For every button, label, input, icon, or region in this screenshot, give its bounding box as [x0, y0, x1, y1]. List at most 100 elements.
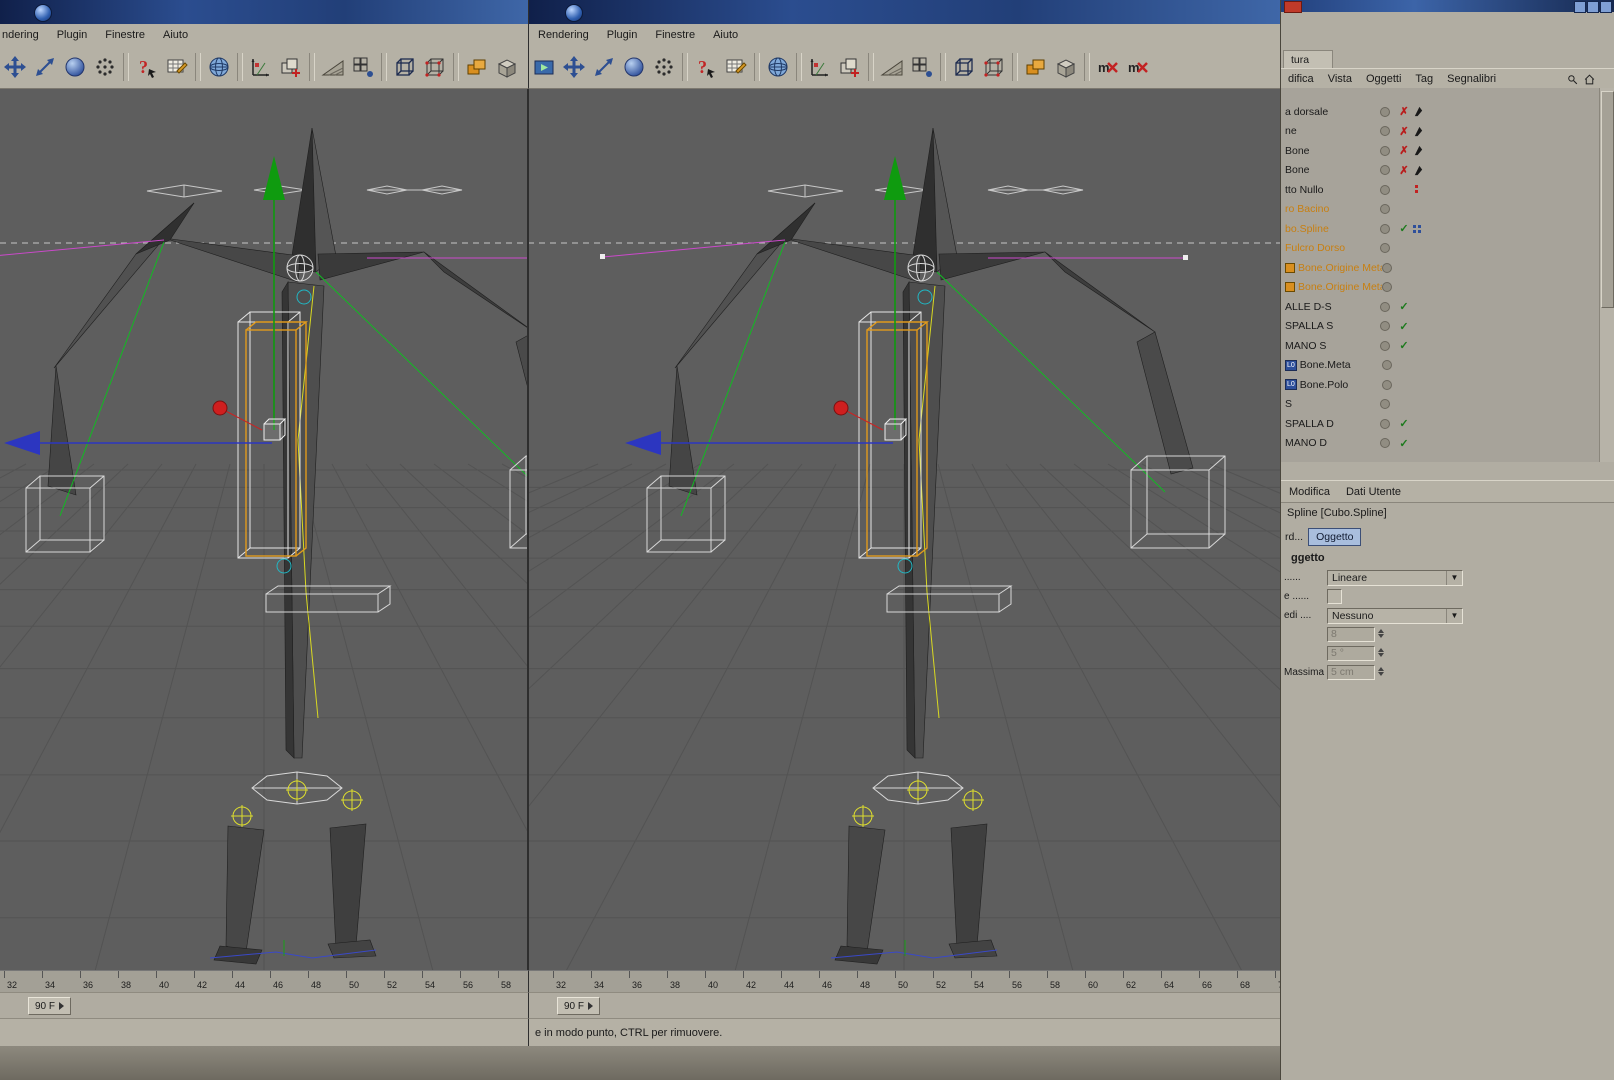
tab-coordinates-partial[interactable]: rd...	[1285, 531, 1303, 543]
add-object-icon[interactable]	[835, 50, 865, 84]
visibility-mark[interactable]: ✗	[1397, 105, 1411, 118]
menu-aiuto[interactable]: Aiuto	[704, 29, 747, 41]
object-item[interactable]: Bone ✗	[1281, 161, 1600, 181]
menu-rendering[interactable]: Rendering	[529, 29, 598, 41]
enable-dot-icon[interactable]	[1380, 438, 1390, 449]
wedge-icon[interactable]	[877, 50, 907, 84]
cube-points-icon[interactable]	[420, 50, 450, 84]
search-icon[interactable]	[1566, 73, 1579, 86]
menu-finestre[interactable]: Finestre	[646, 29, 704, 41]
viewport-canvas[interactable]	[0, 88, 1280, 970]
object-item[interactable]: bo.Spline ✓	[1281, 219, 1600, 239]
menu-modifica[interactable]: Modifica	[1281, 486, 1338, 498]
object-item[interactable]: L0 Bone.Meta	[1281, 356, 1600, 376]
enable-dot-icon[interactable]	[1380, 106, 1390, 117]
model-sphere-icon[interactable]	[619, 50, 649, 84]
visibility-mark[interactable]: ✓	[1397, 437, 1411, 450]
menu-plugin[interactable]: Plugin	[48, 29, 97, 41]
object-item[interactable]: ALLE D-S ✓	[1281, 297, 1600, 317]
object-item[interactable]: tto Nullo	[1281, 180, 1600, 200]
object-item[interactable]: MANO D ✓	[1281, 434, 1600, 454]
cube-wire-icon[interactable]	[390, 50, 420, 84]
window-button[interactable]	[1574, 1, 1586, 13]
window2-timeline-ruler[interactable]: 3234363840424446485052545658606264666870	[528, 970, 1305, 993]
window2-frame-track[interactable]: 90 F	[528, 992, 1281, 1019]
background-window-titlebar[interactable]	[1281, 0, 1614, 13]
cube-solid-icon[interactable]	[492, 50, 522, 84]
cube-wire-icon[interactable]	[949, 50, 979, 84]
object-item[interactable]: Fulcro Dorso	[1281, 239, 1600, 259]
tab-struttura[interactable]: tura	[1283, 50, 1333, 68]
enable-dot-icon[interactable]	[1381, 379, 1392, 390]
object-item[interactable]: S	[1281, 395, 1600, 415]
help-icon[interactable]	[132, 50, 162, 84]
window-button[interactable]	[1600, 1, 1612, 13]
enable-dot-icon[interactable]	[1380, 204, 1390, 215]
help-icon[interactable]	[691, 50, 721, 84]
visibility-mark[interactable]: ✓	[1397, 300, 1411, 313]
enable-dot-icon[interactable]	[1380, 223, 1390, 234]
mx-icon[interactable]	[1093, 50, 1123, 84]
tab-oggetto[interactable]: Oggetto	[1308, 528, 1362, 546]
enable-dot-icon[interactable]	[1380, 165, 1390, 176]
object-item[interactable]: L0 Bone.Polo	[1281, 375, 1600, 395]
visibility-mark[interactable]: ✓	[1397, 417, 1411, 430]
enable-dot-icon[interactable]	[1380, 399, 1390, 410]
option-checkbox[interactable]	[1327, 589, 1342, 604]
visibility-mark[interactable]: ✗	[1397, 125, 1411, 138]
menu-tag[interactable]: Tag	[1408, 73, 1440, 85]
menu-rendering[interactable]: ndering	[0, 29, 48, 41]
scale-tool-icon[interactable]	[30, 50, 60, 84]
point-mode-icon[interactable]	[649, 50, 679, 84]
wedge-icon[interactable]	[318, 50, 348, 84]
object-item[interactable]: ne ✗	[1281, 122, 1600, 142]
object-list[interactable]: a dorsale ✗ ne ✗ Bone ✗ Bone ✗ tto Nullo…	[1281, 88, 1600, 462]
frame-slider[interactable]: 90 F	[28, 997, 72, 1015]
visibility-mark[interactable]: ✓	[1397, 222, 1411, 235]
object-item[interactable]: Bone ✗	[1281, 141, 1600, 161]
enable-dot-icon[interactable]	[1380, 418, 1390, 429]
enable-dot-icon[interactable]	[1380, 126, 1390, 137]
coordinates-icon[interactable]	[805, 50, 835, 84]
red-dots-icon[interactable]	[1414, 184, 1420, 196]
coordinates-icon[interactable]	[246, 50, 276, 84]
orange-boxes-icon[interactable]	[462, 50, 492, 84]
enable-dot-icon[interactable]	[1380, 321, 1390, 332]
enable-dot-icon[interactable]	[1380, 301, 1390, 312]
array-icon[interactable]	[907, 50, 937, 84]
enable-dot-icon[interactable]	[1380, 184, 1390, 195]
menu-plugin[interactable]: Plugin	[598, 29, 647, 41]
cube-solid-icon[interactable]	[1051, 50, 1081, 84]
enable-dot-icon[interactable]	[1380, 340, 1390, 351]
scale-tool-icon[interactable]	[589, 50, 619, 84]
chevron-down-icon[interactable]: ▼	[1446, 608, 1462, 623]
move-tool-icon[interactable]	[0, 50, 30, 84]
menu-modifica[interactable]: difica	[1281, 73, 1321, 85]
model-sphere-icon[interactable]	[60, 50, 90, 84]
object-list-scrollbar[interactable]	[1599, 88, 1614, 462]
chevron-down-icon[interactable]: ▼	[1446, 570, 1462, 585]
window2-titlebar[interactable]	[528, 0, 1281, 24]
window1-timeline-ruler[interactable]: 32 34 36 38 40 42 44 46 48 50 52 54 56 58	[0, 970, 532, 993]
menu-oggetti[interactable]: Oggetti	[1359, 73, 1408, 85]
object-item[interactable]: Bone.Origine Meta	[1281, 278, 1600, 298]
enable-dot-icon[interactable]	[1382, 262, 1392, 273]
enable-dot-icon[interactable]	[1382, 282, 1392, 293]
cube-points-icon[interactable]	[979, 50, 1009, 84]
scrollbar-thumb[interactable]	[1601, 91, 1614, 308]
interpolation-dropdown[interactable]: Lineare ▼	[1327, 569, 1463, 586]
orange-boxes-icon[interactable]	[1021, 50, 1051, 84]
stepper-icon[interactable]	[1376, 646, 1386, 662]
object-item[interactable]: Bone.Origine Meta	[1281, 258, 1600, 278]
window1-frame-track[interactable]: 90 F	[0, 992, 528, 1019]
render-icon[interactable]	[529, 50, 559, 84]
stepper-icon[interactable]	[1376, 665, 1386, 681]
menu-aiuto[interactable]: Aiuto	[154, 29, 197, 41]
menu-dati-utente[interactable]: Dati Utente	[1338, 486, 1409, 498]
window-button[interactable]	[1587, 1, 1599, 13]
3d-scene[interactable]	[0, 88, 1280, 970]
mode-dropdown[interactable]: Nessuno ▼	[1327, 607, 1463, 624]
add-object-icon[interactable]	[276, 50, 306, 84]
menu-segnalibri[interactable]: Segnalibri	[1440, 73, 1503, 85]
frame-slider[interactable]: 90 F	[557, 997, 601, 1015]
